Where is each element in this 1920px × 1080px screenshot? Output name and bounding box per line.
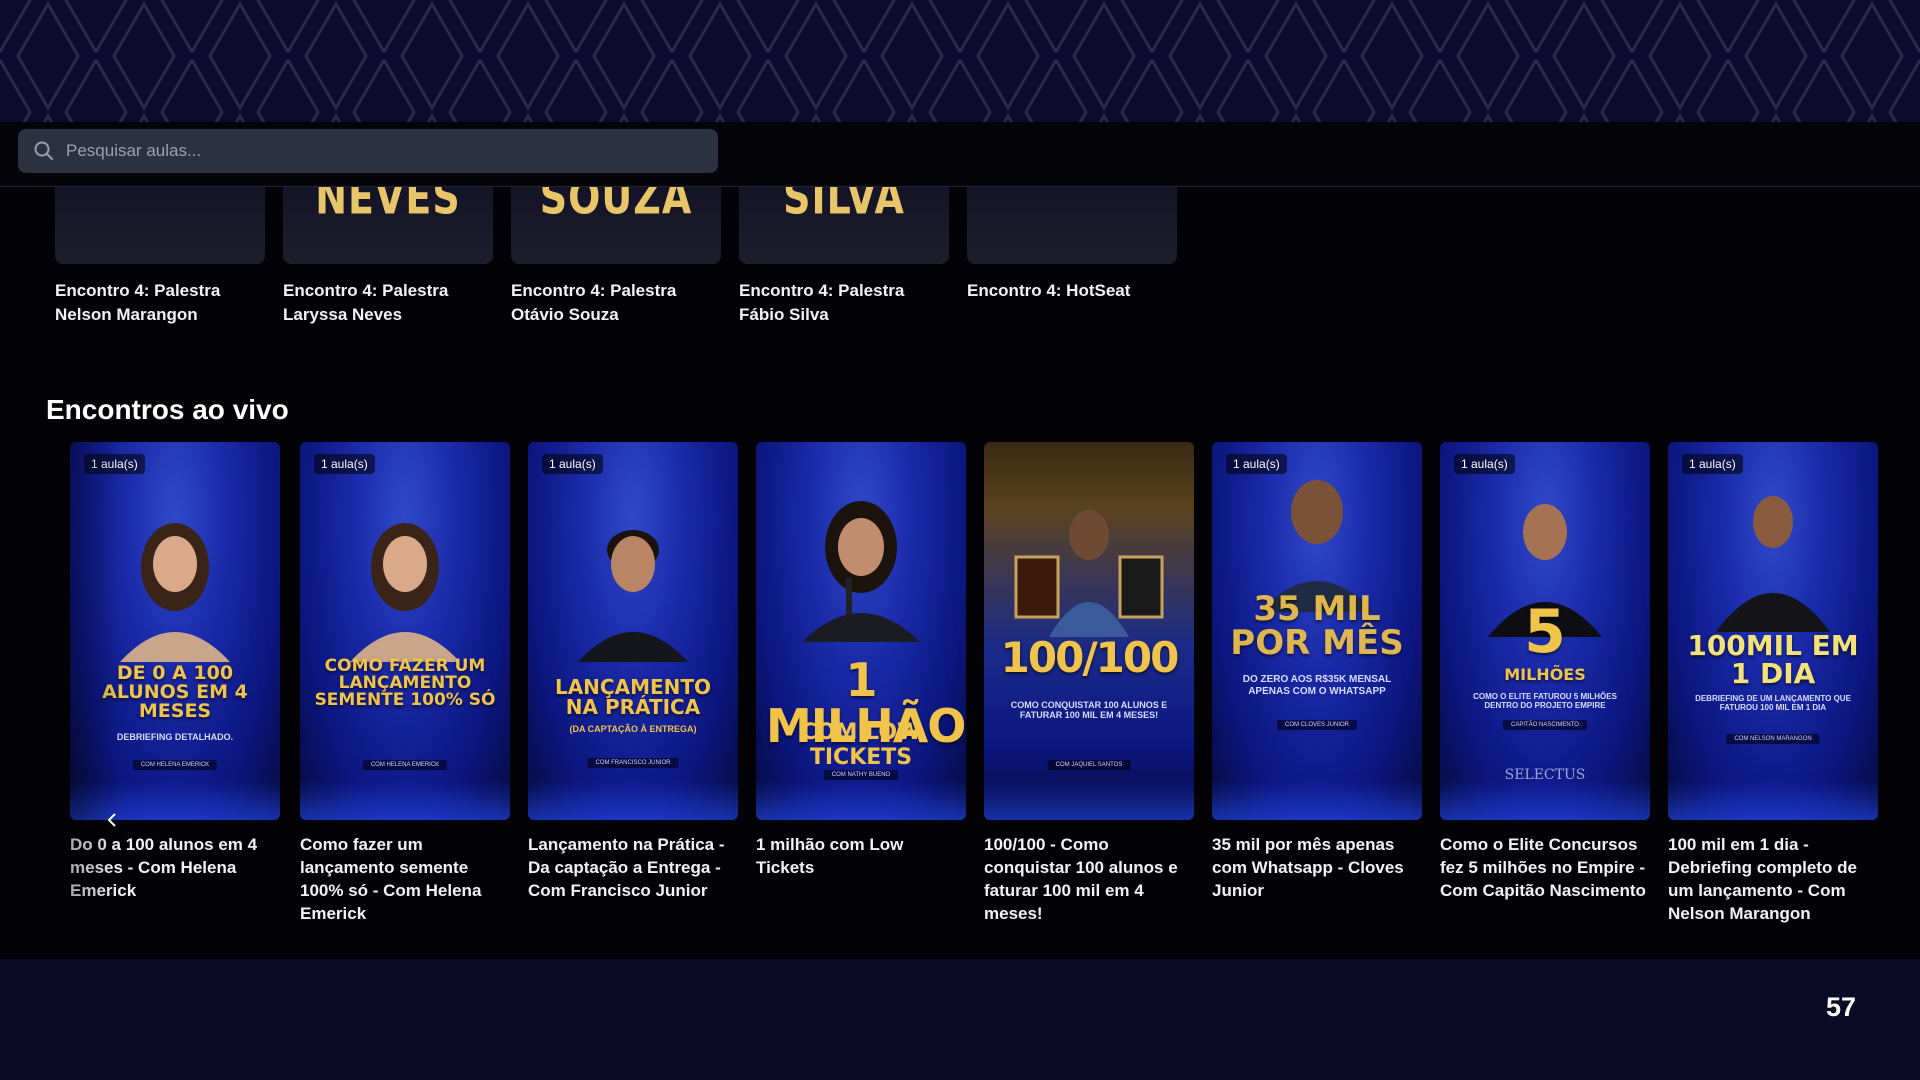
search-input[interactable] — [66, 141, 666, 161]
lesson-thumbnail[interactable]: 1 aula(s) 100MIL EM 1 DIA DEBRIEFING DE … — [1668, 442, 1878, 820]
search-icon — [32, 139, 56, 163]
lesson-card[interactable]: SILVA Encontro 4: Palestra Fábio Silva — [739, 187, 949, 327]
thumbnail-byline: COM HELENA EMERICK — [132, 760, 218, 770]
thumbnail-subline: DEBRIEFING DETALHADO. — [116, 732, 234, 742]
lesson-card[interactable]: 1 aula(s) DE 0 A 100 ALUNOS EM 4 MESES D… — [70, 442, 280, 902]
lesson-count-badge: 1 aula(s) — [1226, 454, 1287, 474]
thumbnail-text: SILVA — [783, 187, 905, 225]
thumbnail-headline: LANÇAMENTO NA PRÁTICA — [554, 675, 712, 719]
lesson-count-badge: 1 aula(s) — [542, 454, 603, 474]
thumbnail-subline: COMO CONQUISTAR 100 ALUNOS E FATURAR 100… — [1010, 700, 1168, 721]
lesson-title[interactable]: 100 mil em 1 dia - Debriefing completo d… — [1668, 833, 1878, 925]
lesson-card[interactable]: Encontro 4: Palestra Nelson Marangon — [55, 187, 265, 327]
chevron-left-icon[interactable] — [104, 812, 120, 828]
thumbnail-byline: COM CLOVES JUNIOR — [1276, 720, 1358, 730]
live-meetings-carousel: 1 aula(s) DE 0 A 100 ALUNOS EM 4 MESES D… — [0, 442, 1920, 952]
presenter-photo — [1716, 496, 1830, 632]
lesson-card[interactable]: 1 aula(s) 35 MIL POR MÊS DO ZERO AOS R$3… — [1212, 442, 1422, 902]
thumbnail-byline: COM NELSON MARANGON — [1726, 734, 1820, 744]
presenter-photo — [802, 501, 920, 642]
thumbnail-headline: 5 — [1524, 597, 1566, 667]
lesson-title[interactable]: Encontro 4: Palestra Otávio Souza — [511, 279, 721, 327]
lesson-title[interactable]: 100/100 - Como conquistar 100 alunos e f… — [984, 833, 1194, 925]
lesson-thumbnail[interactable]: SILVA — [739, 187, 949, 264]
presenter-photo — [120, 523, 230, 662]
lesson-count-badge: 1 aula(s) — [1454, 454, 1515, 474]
lesson-card[interactable]: Encontro 4: HotSeat — [967, 187, 1177, 303]
lesson-card[interactable]: 1 aula(s) 100MIL EM 1 DIA DEBRIEFING DE … — [1668, 442, 1878, 925]
presenter-photo — [578, 530, 688, 662]
lesson-thumbnail[interactable]: 1 aula(s) LANÇAMENTO NA PRÁTICA (DA CAPT… — [528, 442, 738, 820]
lesson-thumbnail[interactable] — [967, 187, 1177, 264]
lesson-title[interactable]: Do 0 a 100 alunos em 4 meses - Com Helen… — [70, 833, 280, 902]
lesson-card[interactable]: 1 aula(s) 5 MILHÕES COMO O ELITE FATUROU… — [1440, 442, 1650, 902]
lesson-thumbnail[interactable]: NEVES — [283, 187, 493, 264]
decorative-pattern-header — [0, 0, 1920, 122]
brand-logo-text: SELECTUS — [1504, 767, 1586, 783]
thumbnail-byline: COM FRANCISCO JUNIOR — [587, 758, 679, 768]
lesson-title[interactable]: Encontro 4: HotSeat — [967, 279, 1177, 303]
presenter-photo — [350, 523, 460, 662]
lesson-title[interactable]: Lançamento na Prática - Da captação a En… — [528, 833, 738, 902]
lesson-title[interactable]: Encontro 4: Palestra Fábio Silva — [739, 279, 949, 327]
lesson-title[interactable]: Encontro 4: Palestra Nelson Marangon — [55, 279, 265, 327]
thumbnail-subline: (DA CAPTAÇÃO À ENTREGA) — [569, 724, 697, 734]
thumbnail-headline: 100MIL EM 1 DIA — [1687, 629, 1859, 690]
thumbnail-subline: DEBRIEFING DE UM LANÇAMENTO QUE FATUROU … — [1695, 694, 1851, 713]
thumbnail-text: SOUZA — [539, 187, 693, 225]
lesson-thumbnail[interactable]: 1 MILHÃO COM LOW TICKETS COM NATHY BUENO — [756, 442, 966, 820]
thumbnail-byline: COM JAQUIEL SANTOS — [1047, 760, 1131, 770]
lesson-title[interactable]: 1 milhão com Low Tickets — [756, 833, 966, 879]
lesson-card[interactable]: 100/100 COMO CONQUISTAR 100 ALUNOS E FAT… — [984, 442, 1194, 925]
thumbnail-headline-unit: MILHÕES — [1504, 665, 1586, 684]
lesson-thumbnail[interactable]: 1 aula(s) DE 0 A 100 ALUNOS EM 4 MESES D… — [70, 442, 280, 820]
thumbnail-subline: COM LOW TICKETS — [800, 720, 922, 771]
lesson-thumbnail[interactable]: SOUZA — [511, 187, 721, 264]
search-box[interactable] — [18, 129, 718, 173]
lesson-title[interactable]: Como o Elite Concursos fez 5 milhões no … — [1440, 833, 1650, 902]
lesson-card[interactable]: SOUZA Encontro 4: Palestra Otávio Souza — [511, 187, 721, 327]
lesson-card[interactable]: 1 aula(s) COMO FAZER UM LANÇAMENTO SEMEN… — [300, 442, 510, 925]
lesson-card[interactable]: 1 MILHÃO COM LOW TICKETS COM NATHY BUENO… — [756, 442, 966, 879]
section-title: Encontros ao vivo — [46, 394, 289, 425]
lesson-title[interactable]: 35 mil por mês apenas com Whatsapp - Clo… — [1212, 833, 1422, 902]
lesson-thumbnail[interactable]: 1 aula(s) 5 MILHÕES COMO O ELITE FATUROU… — [1440, 442, 1650, 820]
lesson-title[interactable]: Encontro 4: Palestra Laryssa Neves — [283, 279, 493, 327]
lesson-card[interactable]: 1 aula(s) LANÇAMENTO NA PRÁTICA (DA CAPT… — [528, 442, 738, 902]
thumbnail-headline: COMO FAZER UM LANÇAMENTO SEMENTE 100% SÓ — [314, 656, 496, 710]
lesson-count-badge: 1 aula(s) — [1682, 454, 1743, 474]
lesson-count-badge: 1 aula(s) — [84, 454, 145, 474]
thumbnail-headline: 100/100 — [1000, 633, 1180, 682]
lesson-title[interactable]: Como fazer um lançamento semente 100% só… — [300, 833, 510, 925]
thumbnail-byline: COM HELENA EMERICK — [362, 760, 448, 770]
presenter-photo — [1014, 510, 1164, 637]
lesson-thumbnail[interactable] — [55, 187, 265, 264]
lesson-thumbnail[interactable]: 1 aula(s) COMO FAZER UM LANÇAMENTO SEMEN… — [300, 442, 510, 820]
thumbnail-headline: DE 0 A 100 ALUNOS EM 4 MESES — [102, 662, 248, 722]
thumbnail-headline: 35 MIL POR MÊS — [1230, 589, 1404, 663]
thumbnail-text: NEVES — [315, 187, 461, 225]
course-library-app: Encontro 4: Palestra Nelson Marangon NEV… — [0, 122, 1920, 959]
thumbnail-subline: COMO O ELITE FATUROU 5 MILHÕES DENTRO DO… — [1473, 692, 1617, 711]
thumbnail-byline: CAPITÃO NASCIMENTO — [1503, 720, 1587, 730]
lesson-count-badge: 1 aula(s) — [314, 454, 375, 474]
lesson-card[interactable]: NEVES Encontro 4: Palestra Laryssa Neves — [283, 187, 493, 327]
search-bar — [0, 122, 1920, 187]
thumbnail-subline: DO ZERO AOS R$35K MENSAL APENAS COM O WH… — [1242, 674, 1392, 697]
page-number: 57 — [1825, 992, 1856, 1022]
previous-lessons-row: Encontro 4: Palestra Nelson Marangon NEV… — [0, 187, 1920, 387]
lesson-thumbnail[interactable]: 1 aula(s) 35 MIL POR MÊS DO ZERO AOS R$3… — [1212, 442, 1422, 820]
thumbnail-byline: COM NATHY BUENO — [823, 770, 899, 780]
lesson-thumbnail[interactable]: 100/100 COMO CONQUISTAR 100 ALUNOS E FAT… — [984, 442, 1194, 820]
